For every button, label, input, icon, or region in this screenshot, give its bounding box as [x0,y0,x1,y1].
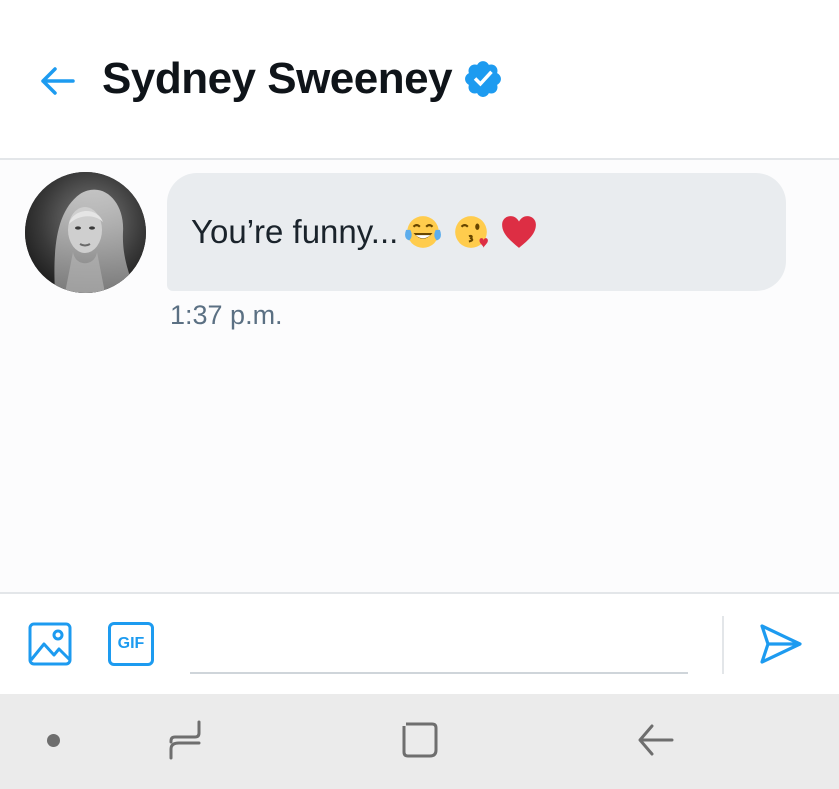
image-icon [28,622,72,666]
header-title-group[interactable]: Sydney Sweeney [102,50,504,108]
home-button[interactable] [400,720,440,760]
back-nav-button[interactable] [636,720,676,760]
recent-apps-button[interactable] [165,719,205,761]
contact-name: Sydney Sweeney [102,54,453,103]
kiss-wink-emoji-icon [455,216,489,248]
gif-button[interactable]: GIF [108,622,154,666]
message-composer: GIF [0,592,839,694]
system-navigation-bar [0,694,839,789]
message-input[interactable] [190,618,688,674]
tears-of-joy-emoji-icon [405,216,442,248]
message-text: You’re funny... [191,213,399,250]
message-list[interactable]: You’re funny... 1:37 p.m. [0,160,839,592]
arrow-left-icon [41,67,75,95]
dot-icon[interactable] [47,734,60,747]
composer-divider [722,616,724,674]
avatar-photo [25,172,146,293]
red-heart-emoji-icon [502,216,537,248]
message-timestamp: 1:37 p.m. [170,300,283,330]
send-icon [760,624,802,664]
message-bubble[interactable]: You’re funny... [167,173,786,291]
home-icon [402,722,438,758]
back-button[interactable] [36,60,78,102]
back-icon [638,724,674,756]
verified-badge-icon [465,61,502,97]
dm-screen: Sydney Sweeney You’re funny... 1:37 p.m.… [0,0,839,789]
send-button[interactable] [756,620,804,668]
media-button[interactable] [28,622,72,666]
conversation-header: Sydney Sweeney [0,0,839,160]
recent-apps-icon [169,720,201,760]
avatar[interactable] [25,172,146,293]
